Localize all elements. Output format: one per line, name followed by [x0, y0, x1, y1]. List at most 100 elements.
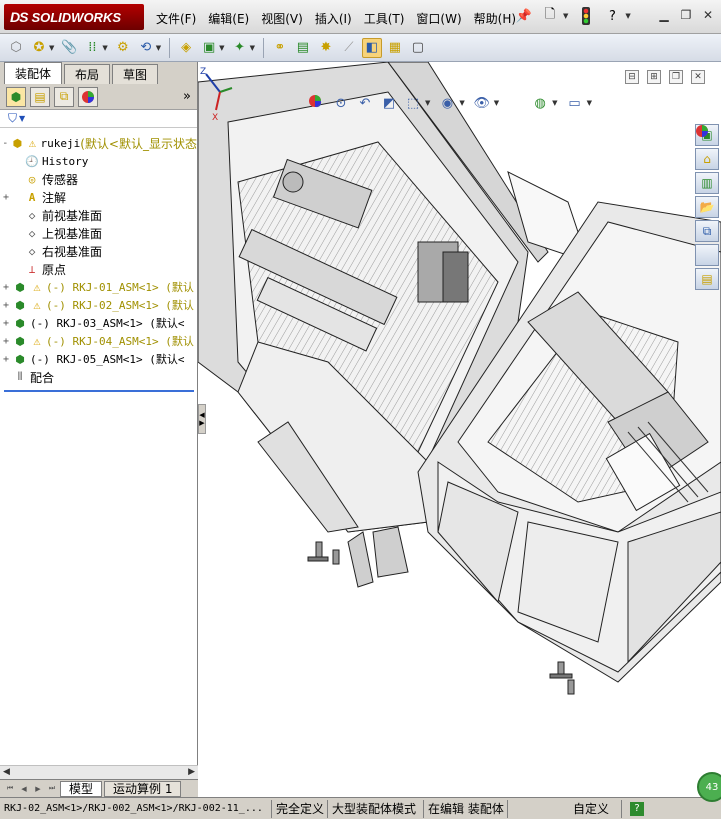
- expand-toggle[interactable]: +: [0, 354, 12, 365]
- tree-node-annotations[interactable]: + A 注解: [0, 188, 197, 206]
- move-component-icon[interactable]: ⟲: [136, 38, 156, 58]
- new-motion-study-icon[interactable]: ⚭: [270, 38, 290, 58]
- expand-toggle[interactable]: +: [0, 336, 12, 347]
- tree-filter[interactable]: ⛉ ▼: [0, 110, 197, 128]
- display-manager-icon[interactable]: [78, 86, 98, 107]
- pattern-dropdown[interactable]: ▼: [102, 44, 107, 52]
- tab-motion-study[interactable]: 运动算例 1: [104, 780, 182, 797]
- move-dropdown[interactable]: ▼: [156, 44, 161, 52]
- custom-properties-icon[interactable]: ▤: [695, 268, 719, 290]
- edit-appearance-icon[interactable]: [309, 94, 525, 112]
- insert-component-icon[interactable]: ✪: [29, 38, 49, 58]
- display-style-icon[interactable]: ◉: [438, 94, 456, 112]
- tree-node-top-plane[interactable]: ◇ 上视基准面: [0, 224, 197, 242]
- expand-toggle[interactable]: +: [0, 300, 12, 311]
- bill-of-materials-icon[interactable]: ▤: [293, 38, 313, 58]
- previous-view-icon[interactable]: ↶: [356, 94, 374, 112]
- panel-collapse-grip[interactable]: ◀ ▶: [198, 404, 206, 434]
- assembly-features-icon[interactable]: ▣: [199, 38, 219, 58]
- show-hidden-icon[interactable]: ◈: [176, 38, 196, 58]
- more-tabs-icon[interactable]: »: [183, 89, 191, 104]
- new-document-dropdown[interactable]: ▼: [563, 12, 568, 20]
- first-tab-icon[interactable]: ⏮: [4, 783, 16, 795]
- tree-node-rkj-03[interactable]: + ⬢ (-) RKJ-03_ASM<1> (默认<: [0, 314, 197, 332]
- tree-node-origin[interactable]: ⊥ 原点: [0, 260, 197, 278]
- help-dropdown[interactable]: ▼: [625, 12, 630, 20]
- help-icon[interactable]: ?: [602, 6, 622, 26]
- edit-component-icon[interactable]: ⬡: [6, 38, 26, 58]
- view-orientation-dropdown[interactable]: ▼: [425, 99, 430, 107]
- reference-dropdown[interactable]: ▼: [250, 44, 255, 52]
- graphics-area[interactable]: ⊟ ⊞ ❐ ✕ ⊕ ⊙ ↶ ◩ ⬚▼ ◉▼ 👁▼ ◍▼ ▭▼ ◀▶ Z X ▣ …: [198, 62, 721, 797]
- explode-line-sketch-icon[interactable]: ⟋: [339, 38, 359, 58]
- feature-tree-icon[interactable]: ⬢: [6, 86, 26, 107]
- minimize-icon[interactable]: ▁: [655, 6, 673, 24]
- notification-badge[interactable]: 43: [697, 772, 721, 802]
- menu-tools[interactable]: 工具(T): [358, 8, 411, 29]
- section-view-icon[interactable]: ◩: [380, 94, 398, 112]
- hide-show-items-icon[interactable]: 👁: [473, 94, 491, 112]
- file-explorer-icon[interactable]: 📂: [695, 196, 719, 218]
- tab-model[interactable]: 模型: [60, 780, 103, 797]
- tab-assembly[interactable]: 装配体: [4, 62, 63, 84]
- instant3d-icon[interactable]: ▢: [408, 38, 428, 58]
- scene-dropdown[interactable]: ▼: [552, 99, 557, 107]
- menu-view[interactable]: 视图(V): [255, 8, 309, 29]
- tree-node-right-plane[interactable]: ◇ 右视基准面: [0, 242, 197, 260]
- last-tab-icon[interactable]: ⏭: [46, 783, 58, 795]
- expand-toggle[interactable]: -: [0, 138, 10, 149]
- horizontal-scrollbar[interactable]: ◀ ▶: [0, 765, 198, 779]
- exploded-view-icon[interactable]: ✸: [316, 38, 336, 58]
- zoom-to-area-icon[interactable]: ⊙: [332, 94, 350, 112]
- expand-toggle[interactable]: +: [0, 282, 12, 293]
- design-library-icon[interactable]: ▥: [695, 172, 719, 194]
- scroll-left-icon[interactable]: ◀: [3, 767, 10, 777]
- close-icon[interactable]: ✕: [699, 6, 717, 24]
- solidworks-logo[interactable]: DS SOLIDWORKS: [4, 4, 144, 30]
- tree-node-sensors[interactable]: ◎ 传感器: [0, 170, 197, 188]
- new-document-icon[interactable]: 🗋: [540, 6, 560, 26]
- tree-node-top-assembly[interactable]: - ⬢ ⚠ rukeji (默认<默认_显示状态: [0, 134, 197, 152]
- menu-window[interactable]: 窗口(W): [410, 8, 467, 29]
- tree-node-history[interactable]: 🕘 History: [0, 152, 197, 170]
- appearances-icon[interactable]: [695, 125, 719, 266]
- expand-toggle[interactable]: +: [0, 192, 12, 203]
- tree-node-front-plane[interactable]: ◇ 前视基准面: [0, 206, 197, 224]
- traffic-light-icon[interactable]: [576, 6, 596, 26]
- linear-pattern-icon[interactable]: ⁞⁞: [82, 38, 102, 58]
- property-manager-icon[interactable]: ▤: [30, 86, 50, 107]
- viewport-restore-icon[interactable]: ❐: [669, 70, 683, 84]
- tree-node-rkj-01[interactable]: + ⬢ ⚠ (-) RKJ-01_ASM<1> (默认: [0, 278, 197, 296]
- pin-icon[interactable]: 📌: [514, 6, 534, 26]
- restore-icon[interactable]: ❐: [677, 6, 695, 24]
- view-palette-icon[interactable]: ⧉: [695, 220, 719, 242]
- status-units[interactable]: 自定义: [508, 799, 622, 818]
- tile-horizontal-icon[interactable]: ⊟: [625, 70, 639, 84]
- hide-show-dropdown[interactable]: ▼: [494, 99, 499, 107]
- filter-icon[interactable]: ⛉: [8, 111, 17, 126]
- scroll-right-icon[interactable]: ▶: [188, 767, 195, 777]
- tree-node-rkj-02[interactable]: + ⬢ ⚠ (-) RKJ-02_ASM<1> (默认: [0, 296, 197, 314]
- filter-dropdown-icon[interactable]: ▼: [19, 114, 25, 123]
- features-dropdown[interactable]: ▼: [219, 44, 224, 52]
- clearance-verification-icon[interactable]: ▦: [385, 38, 405, 58]
- display-style-dropdown[interactable]: ▼: [459, 99, 464, 107]
- tree-node-mates[interactable]: ⦀ 配合: [0, 368, 197, 386]
- next-tab-icon[interactable]: ▶: [32, 783, 44, 795]
- configuration-manager-icon[interactable]: ⧉: [54, 86, 74, 107]
- menu-file[interactable]: 文件(F): [150, 8, 202, 29]
- viewport-close-icon[interactable]: ✕: [691, 70, 705, 84]
- expand-toggle[interactable]: +: [0, 318, 12, 329]
- tree-node-rkj-04[interactable]: + ⬢ ⚠ (-) RKJ-04_ASM<1> (默认: [0, 332, 197, 350]
- reference-geometry-icon[interactable]: ✦: [230, 38, 250, 58]
- prev-tab-icon[interactable]: ◀: [18, 783, 30, 795]
- view-orientation-icon[interactable]: ⬚: [404, 94, 422, 112]
- mate-icon[interactable]: 📎: [59, 38, 79, 58]
- menu-edit[interactable]: 编辑(E): [202, 8, 255, 29]
- insert-component-dropdown[interactable]: ▼: [49, 44, 54, 52]
- menu-insert[interactable]: 插入(I): [309, 8, 358, 29]
- view-settings-icon[interactable]: ▭: [566, 94, 584, 112]
- tab-layout[interactable]: 布局: [64, 64, 111, 84]
- tile-vertical-icon[interactable]: ⊞: [647, 70, 661, 84]
- tab-sketch[interactable]: 草图: [112, 64, 159, 84]
